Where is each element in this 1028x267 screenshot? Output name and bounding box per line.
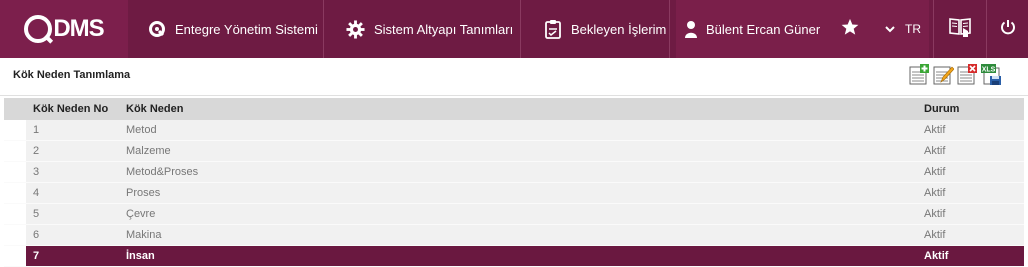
logout-button[interactable] — [988, 0, 1028, 58]
nav-divider — [323, 0, 324, 58]
column-header-kok-neden-no[interactable]: Kök Neden No — [26, 103, 126, 115]
page-title: Kök Neden Tanımlama — [13, 69, 131, 81]
row-selector — [4, 162, 26, 182]
cell-name: İnsan — [126, 250, 155, 262]
nav-entegre-yonetim-sistemi[interactable]: Entegre Yönetim Sistemi — [148, 0, 318, 58]
row-selector — [4, 120, 26, 140]
cell-name: Metod — [126, 124, 157, 136]
cell-no: 3 — [33, 166, 40, 178]
power-icon — [1000, 19, 1016, 40]
nav-sistem-altyapi-tanimlari[interactable]: Sistem Altyapı Tanımları — [346, 0, 513, 58]
user-icon — [685, 20, 697, 38]
cell-status: Aktif — [924, 124, 946, 136]
nav-label: Entegre Yönetim Sistemi — [175, 21, 318, 37]
cell-no: 5 — [33, 208, 40, 220]
row-selector — [4, 183, 26, 203]
logo[interactable]: DMS — [0, 0, 128, 58]
cell-no: 7 — [33, 250, 40, 262]
column-header-durum[interactable]: Durum — [924, 103, 1018, 115]
row-selector — [4, 225, 26, 245]
root-cause-grid: Kök Neden No Kök Neden Durum 1 Metod Akt… — [4, 98, 1024, 267]
cell-status: Aktif — [924, 166, 946, 178]
column-header-kok-neden[interactable]: Kök Neden — [126, 103, 924, 115]
nav-bekleyen-islerim[interactable]: Bekleyen İşlerim — [544, 0, 666, 58]
cell-status: Aktif — [924, 145, 946, 157]
nav-divider — [669, 0, 670, 58]
row-selector — [4, 246, 26, 266]
cell-no: 1 — [33, 124, 40, 136]
grid-header-row: Kök Neden No Kök Neden Durum — [4, 98, 1024, 120]
edit-record-button[interactable] — [933, 64, 955, 86]
page-header-bar — [0, 58, 1028, 96]
table-row[interactable]: 5 Çevre Aktif — [4, 204, 1024, 225]
cell-status: Aktif — [924, 208, 946, 220]
row-selector — [4, 204, 26, 224]
cell-no: 6 — [33, 229, 40, 241]
cell-name: Metod&Proses — [126, 166, 199, 178]
table-row[interactable]: 1 Metod Aktif — [4, 120, 1024, 141]
language-selector[interactable]: TR — [879, 0, 927, 58]
user-name: Bülent Ercan Güner — [706, 21, 821, 37]
logo-text: DMS — [53, 15, 104, 42]
nav-divider — [520, 0, 521, 58]
help-guide-button[interactable] — [933, 0, 986, 58]
edit-record-icon — [933, 66, 955, 85]
star-icon — [841, 18, 859, 41]
favorites-button[interactable] — [838, 0, 862, 58]
table-row[interactable]: 3 Metod&Proses Aktif — [4, 162, 1024, 183]
table-row[interactable]: 2 Malzeme Aktif — [4, 141, 1024, 162]
book-icon — [948, 15, 972, 44]
cell-no: 2 — [33, 145, 40, 157]
export-excel-icon: XLS — [981, 64, 1001, 85]
delete-record-button[interactable] — [957, 64, 978, 86]
chevron-down-icon — [885, 22, 895, 36]
add-record-button[interactable] — [909, 64, 930, 86]
excel-label: XLS — [982, 67, 996, 74]
add-record-icon — [909, 64, 929, 85]
cell-name: Çevre — [126, 208, 156, 220]
delete-record-icon — [957, 64, 977, 85]
cell-name: Makina — [126, 229, 162, 241]
cell-no: 4 — [33, 187, 40, 199]
logo-q-icon — [24, 15, 53, 43]
clipboard-icon — [544, 19, 562, 39]
cell-status: Aktif — [924, 187, 946, 199]
row-selector-header — [4, 98, 26, 120]
nav-divider — [986, 0, 987, 58]
cell-name: Proses — [126, 187, 161, 199]
table-row-selected[interactable]: 7 İnsan Aktif — [4, 246, 1024, 267]
user-profile[interactable]: Bülent Ercan Güner — [685, 0, 820, 58]
q-logo-icon — [148, 20, 166, 38]
top-navigation-bar: DMS Entegre Yönetim Sistemi Sistem Altya… — [0, 0, 1028, 58]
cell-name: Malzeme — [126, 145, 171, 157]
gear-icon — [346, 19, 365, 39]
export-excel-button[interactable]: XLS — [981, 64, 1002, 86]
table-row[interactable]: 4 Proses Aktif — [4, 183, 1024, 204]
row-selector — [4, 141, 26, 161]
table-row[interactable]: 6 Makina Aktif — [4, 225, 1024, 246]
cell-status: Aktif — [924, 229, 946, 241]
language-label: TR — [905, 22, 921, 36]
grid-toolbar: XLS — [909, 64, 1002, 86]
cell-status: Aktif — [924, 250, 949, 262]
nav-label: Sistem Altyapı Tanımları — [374, 21, 514, 37]
nav-label: Bekleyen İşlerim — [571, 21, 667, 37]
